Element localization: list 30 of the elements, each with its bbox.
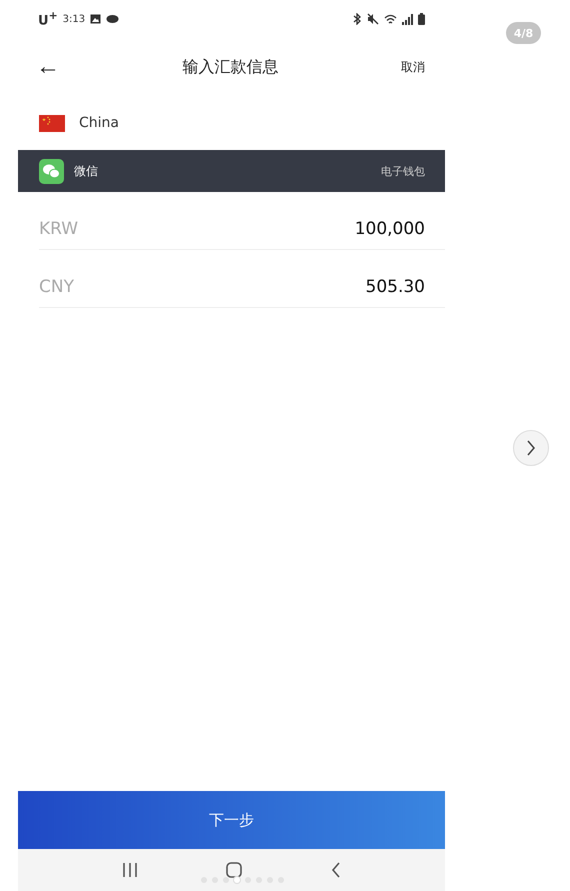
home-icon[interactable] xyxy=(226,862,242,878)
flag-icon xyxy=(39,114,65,132)
page-title: 输入汇款信息 xyxy=(182,56,278,78)
method-type: 电子钱包 xyxy=(381,164,425,178)
mute-icon xyxy=(367,13,379,25)
currency-label: CNY xyxy=(39,277,74,297)
next-page-button[interactable] xyxy=(513,430,549,466)
back-button[interactable]: ← xyxy=(36,53,60,81)
image-icon xyxy=(90,14,102,24)
chevron-right-icon xyxy=(526,440,536,456)
country-name: China xyxy=(79,115,119,131)
chat-bubbles-icon xyxy=(39,158,64,184)
battery-icon xyxy=(418,13,425,25)
amount-value: 505.30 xyxy=(366,277,425,297)
amount-value: 100,000 xyxy=(354,219,425,239)
page-counter: 4/8 xyxy=(506,22,541,44)
clock-time: 3:13 xyxy=(62,14,86,24)
wifi-icon xyxy=(384,14,397,24)
bluetooth-icon xyxy=(353,13,362,25)
carrier-label: U$^{+}$ xyxy=(38,9,58,29)
page-dot[interactable] xyxy=(234,877,240,883)
signal-icon xyxy=(402,14,413,24)
page-dot[interactable] xyxy=(223,877,229,883)
currency-label: KRW xyxy=(39,219,78,239)
recent-apps-icon[interactable] xyxy=(122,863,138,877)
cancel-button[interactable]: 取消 xyxy=(401,58,425,76)
cloud-icon xyxy=(106,14,120,24)
back-nav-icon[interactable] xyxy=(330,862,341,878)
next-button[interactable]: 下一步 xyxy=(18,791,445,849)
method-name: 微信 xyxy=(74,162,99,180)
